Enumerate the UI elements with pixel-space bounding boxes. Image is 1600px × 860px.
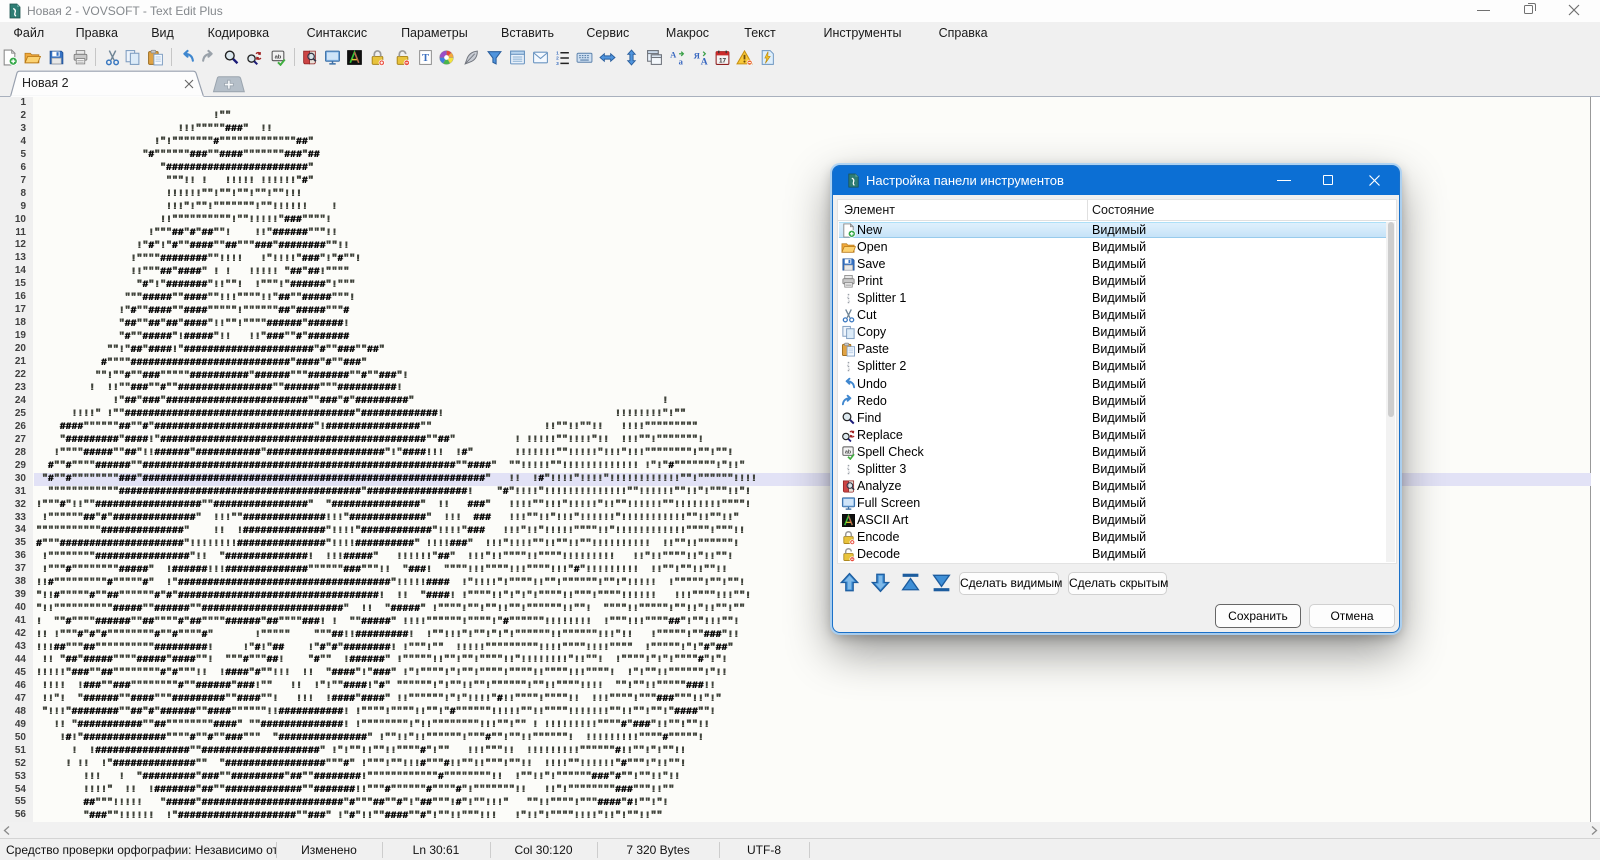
svg-text:17: 17 xyxy=(718,57,726,64)
svg-text:1: 1 xyxy=(556,50,559,56)
svg-text:A: A xyxy=(700,56,707,66)
svg-text:2: 2 xyxy=(556,55,559,61)
svg-text:A: A xyxy=(670,49,677,59)
svg-text:Я: Я xyxy=(693,50,699,60)
svg-text:3: 3 xyxy=(556,60,559,65)
svg-text:ab: ab xyxy=(274,54,281,60)
svg-text:T: T xyxy=(422,53,429,64)
svg-text:a: a xyxy=(679,56,684,66)
svg-text:ab: ab xyxy=(845,449,851,455)
